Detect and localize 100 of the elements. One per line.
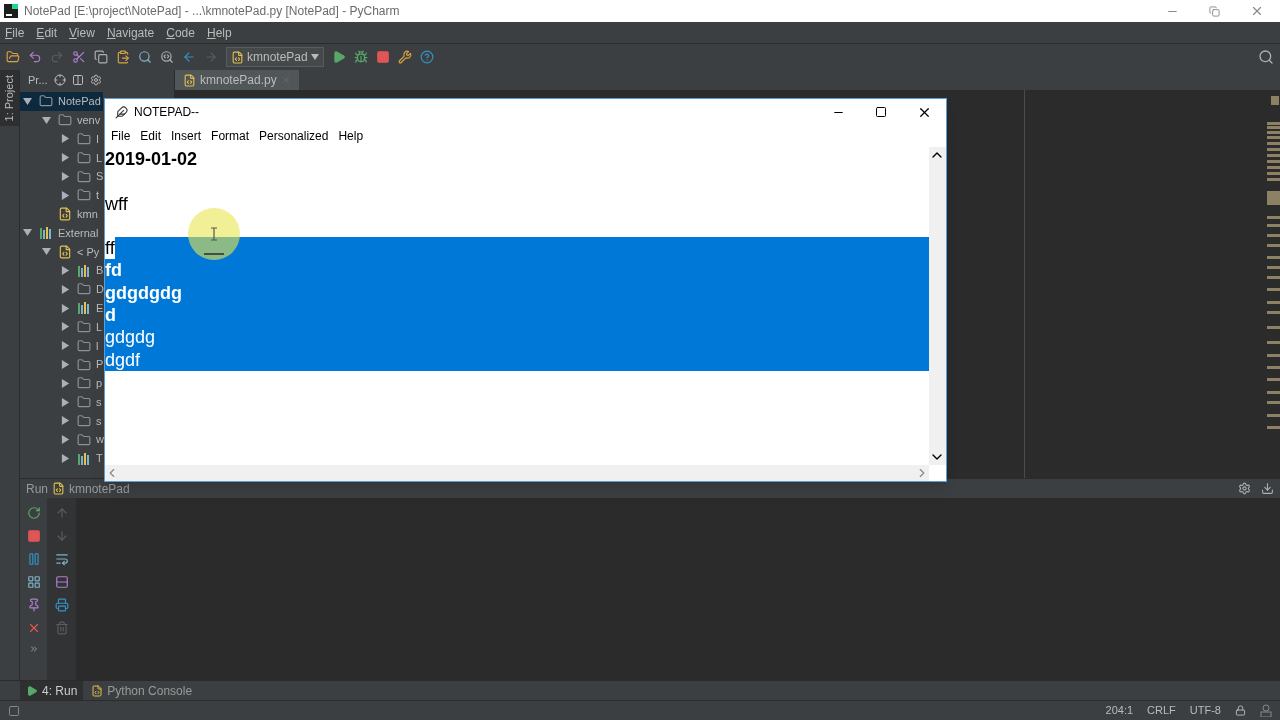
help-icon[interactable] bbox=[419, 50, 434, 64]
tree-item[interactable]: < Py bbox=[20, 242, 102, 262]
paste-icon[interactable] bbox=[116, 50, 130, 64]
settings-icon[interactable] bbox=[89, 74, 102, 86]
replace-icon[interactable] bbox=[160, 50, 174, 64]
undo-icon[interactable] bbox=[28, 50, 42, 64]
collapsed-arrow-icon[interactable] bbox=[60, 454, 70, 464]
menu-item[interactable]: Code bbox=[166, 23, 195, 42]
expanded-arrow-icon[interactable] bbox=[22, 96, 32, 106]
text-area[interactable]: 2019-01-02 wff ff fd gdgdgdg d gdgdg dgdf bbox=[105, 147, 929, 465]
tree-item[interactable]: l bbox=[20, 336, 101, 356]
menu-item[interactable]: Navigate bbox=[106, 23, 155, 42]
collapsed-arrow-icon[interactable] bbox=[60, 378, 70, 388]
expanded-arrow-icon[interactable] bbox=[41, 115, 51, 125]
lock-icon[interactable] bbox=[1235, 705, 1246, 716]
expanded-arrow-icon[interactable] bbox=[22, 228, 32, 238]
maximize-icon[interactable] bbox=[875, 106, 887, 118]
tree-item[interactable]: S bbox=[20, 167, 106, 186]
tree-item[interactable]: w bbox=[20, 430, 106, 450]
tree-item[interactable]: I bbox=[20, 129, 102, 149]
menu-item[interactable]: Edit bbox=[36, 23, 58, 42]
python-file-icon bbox=[58, 244, 72, 259]
tree-item[interactable]: D bbox=[20, 279, 106, 299]
collapsed-arrow-icon[interactable] bbox=[60, 341, 70, 351]
search-icon[interactable] bbox=[1258, 49, 1274, 65]
menu-item[interactable]: File bbox=[5, 23, 25, 42]
menu-item[interactable]: File bbox=[107, 127, 135, 145]
tree-item[interactable]: L bbox=[20, 317, 105, 337]
tree-item[interactable]: s bbox=[20, 411, 104, 431]
library-icon bbox=[77, 263, 91, 278]
menu-item[interactable]: Format bbox=[207, 127, 254, 145]
panel-selector[interactable]: Pr... bbox=[28, 71, 48, 89]
collapse-icon[interactable] bbox=[71, 74, 84, 86]
debug-icon[interactable] bbox=[353, 50, 368, 64]
rerun-icon[interactable] bbox=[26, 506, 41, 520]
tree-item[interactable]: E bbox=[20, 298, 106, 318]
print-icon[interactable] bbox=[55, 598, 69, 612]
layout-icon[interactable] bbox=[26, 575, 41, 589]
tree-item[interactable]: p bbox=[20, 373, 105, 393]
collapsed-arrow-icon[interactable] bbox=[60, 397, 70, 407]
pin-icon[interactable] bbox=[26, 598, 41, 612]
menu-item[interactable]: Personalized bbox=[255, 127, 333, 145]
collapsed-arrow-icon[interactable] bbox=[60, 266, 70, 276]
cursor-position[interactable]: 204:1 bbox=[1105, 702, 1134, 719]
panel-toggle-icon[interactable] bbox=[8, 704, 20, 717]
tree-item[interactable]: venv bbox=[20, 110, 103, 130]
inspector-icon[interactable] bbox=[1260, 704, 1272, 717]
restore-icon[interactable] bbox=[1209, 5, 1220, 17]
menu-item[interactable]: Help bbox=[206, 23, 232, 42]
tree-item[interactable]: T bbox=[20, 449, 105, 468]
settings-icon[interactable] bbox=[1238, 482, 1251, 495]
tree-item[interactable]: NotePad bbox=[20, 92, 103, 111]
horizontal-scrollbar[interactable] bbox=[105, 465, 929, 481]
copy-icon[interactable] bbox=[94, 50, 108, 64]
wrench-icon[interactable] bbox=[397, 50, 412, 64]
tool-window-tab[interactable]: Python Console bbox=[85, 681, 199, 700]
crosshair-icon[interactable] bbox=[53, 74, 66, 86]
tree-item[interactable]: kmn bbox=[20, 204, 100, 224]
pause-icon[interactable] bbox=[26, 552, 41, 566]
cut-icon[interactable] bbox=[72, 50, 86, 64]
tree-item[interactable]: s bbox=[20, 392, 104, 412]
tree-item[interactable]: L bbox=[20, 148, 105, 168]
collapsed-arrow-icon[interactable] bbox=[60, 284, 70, 294]
menu-item[interactable]: View bbox=[69, 23, 95, 42]
collapsed-arrow-icon[interactable] bbox=[60, 190, 70, 200]
tree-item[interactable]: P bbox=[20, 355, 106, 374]
menu-item[interactable]: Insert bbox=[167, 127, 206, 145]
line-separator[interactable]: CRLF bbox=[1147, 702, 1176, 719]
collapsed-arrow-icon[interactable] bbox=[60, 172, 70, 182]
collapsed-arrow-icon[interactable] bbox=[60, 134, 70, 144]
menu-item[interactable]: Edit bbox=[136, 127, 166, 145]
tree-item[interactable]: B bbox=[20, 261, 106, 280]
collapsed-arrow-icon[interactable] bbox=[60, 360, 70, 370]
stop-icon[interactable] bbox=[26, 529, 41, 543]
collapsed-arrow-icon[interactable] bbox=[60, 435, 70, 445]
back-icon[interactable] bbox=[182, 50, 196, 64]
tree-item[interactable]: t bbox=[20, 186, 102, 205]
expanded-arrow-icon[interactable] bbox=[41, 247, 51, 257]
scroll-to-end-icon[interactable] bbox=[55, 575, 69, 589]
stop-icon[interactable] bbox=[375, 50, 390, 64]
collapsed-arrow-icon[interactable] bbox=[60, 416, 70, 426]
wrap-icon[interactable] bbox=[55, 552, 69, 566]
collapsed-arrow-icon[interactable] bbox=[60, 153, 70, 163]
download-icon[interactable] bbox=[1261, 482, 1274, 495]
side-tab[interactable]: 1: Project bbox=[0, 70, 19, 126]
vertical-scrollbar[interactable] bbox=[929, 147, 946, 465]
file-encoding[interactable]: UTF-8 bbox=[1189, 702, 1221, 719]
search-icon[interactable] bbox=[138, 50, 152, 64]
editor-tab[interactable]: kmnotePad.py bbox=[175, 70, 299, 90]
collapsed-arrow-icon[interactable] bbox=[60, 303, 70, 313]
run-config-dropdown[interactable]: kmnotePad bbox=[226, 47, 324, 67]
menu-item[interactable]: Help bbox=[334, 127, 368, 145]
run-icon[interactable] bbox=[331, 50, 346, 64]
note-line: dgdf bbox=[105, 348, 141, 371]
run-config-label[interactable]: kmnotePad bbox=[69, 479, 130, 498]
open-folder-icon[interactable] bbox=[6, 50, 20, 64]
tool-window-tab[interactable]: 4: Run bbox=[20, 681, 84, 700]
more-icon[interactable] bbox=[28, 644, 39, 654]
collapsed-arrow-icon[interactable] bbox=[60, 322, 70, 332]
tree-item[interactable]: External bbox=[20, 223, 101, 243]
